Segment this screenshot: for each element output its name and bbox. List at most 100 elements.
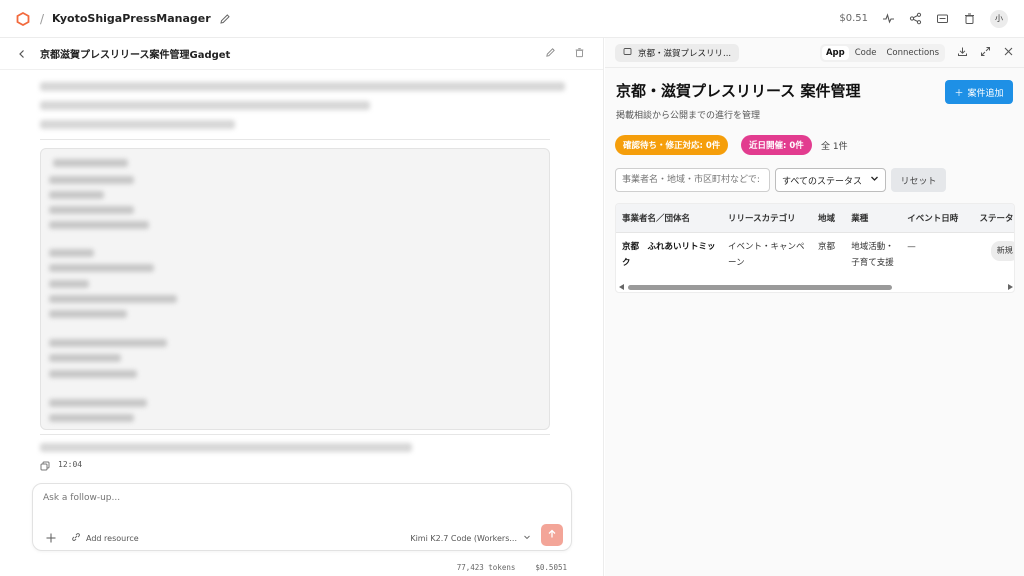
chevron-left-icon[interactable] <box>16 48 28 60</box>
segment-code[interactable]: Code <box>851 46 881 60</box>
chat-header: 京都滋賀プレスリリース案件管理Gadget <box>0 38 603 70</box>
expand-icon[interactable] <box>980 46 991 60</box>
add-resource-label: Add resource <box>86 533 139 543</box>
activity-icon[interactable] <box>882 12 895 25</box>
chat-panel: 京都滋賀プレスリリース案件管理Gadget 12:04 Ask a follow… <box>0 38 604 576</box>
reset-button[interactable]: リセット <box>891 168 946 192</box>
cell-region: 京都 <box>818 241 836 252</box>
user-avatar[interactable]: 小 <box>990 9 1008 28</box>
chevron-down-icon <box>870 174 879 186</box>
top-right-actions: $0.51 小 <box>839 9 1008 28</box>
follow-up-input[interactable] <box>43 493 443 503</box>
share-icon[interactable] <box>909 12 922 25</box>
chevron-down-icon <box>523 533 531 543</box>
column-header-category[interactable]: リリースカテゴリ <box>722 204 812 233</box>
chat-title: 京都滋賀プレスリリース案件管理Gadget <box>40 50 231 61</box>
preview-actions <box>957 46 1014 60</box>
segment-app[interactable]: App <box>821 45 849 60</box>
plus-icon[interactable] <box>45 532 57 544</box>
link-icon <box>71 532 81 544</box>
composer: Add resource Kimi K2.7 Code (Workers... <box>32 483 572 551</box>
model-label: Kimi K2.7 Code (Workers... <box>410 533 517 543</box>
hexagon-logo-icon[interactable] <box>16 11 30 26</box>
table-header-row: 事業者名／団体名 リリースカテゴリ 地域 業種 イベント日時 ステータス <box>616 204 1014 233</box>
message-divider <box>40 139 550 140</box>
cell-status: 新規 <box>973 232 1014 277</box>
plus-icon: ＋ <box>954 88 964 99</box>
total-cost: $0.5051 <box>535 563 567 572</box>
add-case-button[interactable]: ＋ 案件追加 <box>945 80 1013 104</box>
blurred-code-line <box>53 159 128 167</box>
project-title[interactable]: KyotoShigaPressManager <box>52 12 211 25</box>
cell-name: 京都 ふれあいリトミック <box>622 241 716 268</box>
blurred-code-line <box>49 354 121 362</box>
segment-connections[interactable]: Connections <box>882 46 943 60</box>
token-count: 77,423 tokens <box>456 563 516 572</box>
pencil-icon[interactable] <box>219 13 231 25</box>
table-row[interactable]: 京都 ふれあいリトミック イベント・キャンペーン 京都 地域活動・子育て支援 —… <box>616 232 1014 277</box>
status-badge: 新規 <box>990 240 1014 261</box>
blurred-code-line <box>49 414 134 422</box>
breadcrumb-separator: / <box>40 11 45 26</box>
scrollbar-thumb[interactable] <box>628 285 892 290</box>
view-segmented-control: App Code Connections <box>819 43 945 62</box>
horizontal-scrollbar[interactable] <box>616 282 1014 292</box>
status-filter-value: すべてのステータス <box>782 176 863 187</box>
column-header-region[interactable]: 地域 <box>812 204 846 233</box>
blurred-code-line <box>49 221 149 229</box>
copy-icon[interactable] <box>40 461 50 471</box>
card-icon[interactable] <box>936 12 949 25</box>
total-count: 全 1件 <box>821 142 848 152</box>
preview-toolbar: 京都・滋賀プレスリリ... App Code Connections <box>605 38 1024 68</box>
top-bar: / KyotoShigaPressManager $0.51 小 <box>0 0 1024 38</box>
chat-header-actions <box>545 47 585 61</box>
preview-tab-label: 京都・滋賀プレスリリ... <box>638 48 732 59</box>
blurred-code-line <box>49 399 147 407</box>
trash-icon[interactable] <box>574 47 585 61</box>
blurred-code-line <box>49 295 177 303</box>
cell-industry: 地域活動・子育て支援 <box>851 241 894 268</box>
preview-tab[interactable]: 京都・滋賀プレスリリ... <box>615 43 740 62</box>
add-case-label: 案件追加 <box>967 88 1004 99</box>
blurred-code-line <box>49 249 94 257</box>
blurred-code-line <box>49 339 167 347</box>
scroll-right-arrow[interactable] <box>1008 284 1013 290</box>
blurred-code-line <box>49 191 104 199</box>
app-title: 京都・滋賀プレスリリース 案件管理 <box>616 82 861 100</box>
column-header-industry[interactable]: 業種 <box>845 204 902 233</box>
scroll-left-arrow[interactable] <box>619 284 624 290</box>
blurred-code-line <box>49 280 89 288</box>
usage-stats: 77,423 tokens $0.5051 <box>457 563 567 572</box>
blurred-code-line <box>49 370 137 378</box>
status-filter-select[interactable]: すべてのステータス <box>775 168 886 192</box>
blurred-message-line <box>40 443 412 452</box>
trash-icon[interactable] <box>963 12 976 25</box>
blurred-code-line <box>49 310 127 318</box>
column-header-event-date[interactable]: イベント日時 <box>901 204 974 233</box>
cell-category: イベント・キャンペーン <box>728 241 805 268</box>
search-input[interactable] <box>615 168 770 192</box>
blurred-code-line <box>49 264 154 272</box>
download-icon[interactable] <box>957 46 968 60</box>
message-divider <box>40 434 550 435</box>
blurred-code-line <box>49 176 134 184</box>
close-icon[interactable] <box>1003 46 1014 60</box>
pending-badge[interactable]: 確認待ち・修正対応: 0件 <box>615 135 729 155</box>
pencil-icon[interactable] <box>545 47 556 61</box>
cell-event-date: — <box>907 241 916 252</box>
message-timestamp: 12:04 <box>58 460 83 469</box>
window-icon <box>623 47 632 59</box>
arrow-up-icon <box>547 529 557 542</box>
blurred-message-line <box>40 82 565 91</box>
send-button[interactable] <box>541 524 563 546</box>
upcoming-badge[interactable]: 近日開催: 0件 <box>741 135 812 155</box>
session-cost: $0.51 <box>839 13 868 24</box>
case-table: 事業者名／団体名 リリースカテゴリ 地域 業種 イベント日時 ステータス 京都 … <box>615 203 1015 293</box>
column-header-status[interactable]: ステータス <box>973 204 1014 233</box>
blurred-message-line <box>40 120 235 129</box>
app-subtitle: 掲載相談から公開までの進行を管理 <box>616 111 761 121</box>
add-resource-button[interactable]: Add resource <box>71 532 139 544</box>
model-selector[interactable]: Kimi K2.7 Code (Workers... <box>410 533 531 543</box>
blurred-code-block <box>40 148 550 430</box>
column-header-name[interactable]: 事業者名／団体名 <box>616 204 722 233</box>
